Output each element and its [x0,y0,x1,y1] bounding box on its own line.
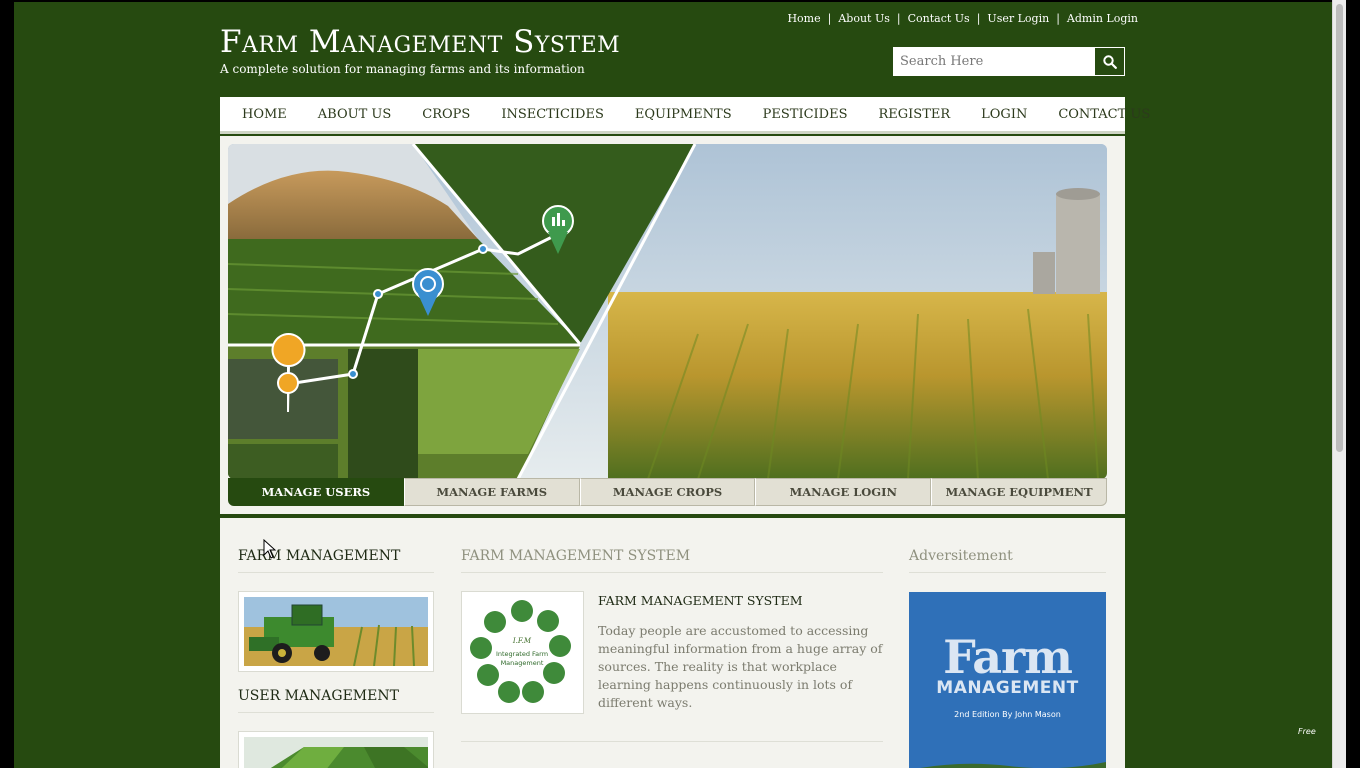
nav-item-crops[interactable]: Crops [422,107,470,122]
ifm-logo: I.F.M Integrated Farm Management [467,597,578,708]
user-management-thumbnail[interactable] [238,731,434,768]
nav-item-register[interactable]: Register [878,107,950,122]
nav-item-equipments[interactable]: Equipments [635,107,732,122]
svg-text:Management: Management [501,659,544,667]
tab-manage-crops[interactable]: Manage Crops [579,478,756,506]
nav-item-insecticides[interactable]: Insecticides [501,107,604,122]
tab-manage-login[interactable]: Manage Login [755,478,932,506]
ad-title: Farm [943,630,1073,684]
top-link-admin-login[interactable]: Admin Login [1067,12,1138,25]
search-input[interactable] [894,48,1094,75]
site-title: Farm Management System [220,24,621,60]
ad-edition: 2nd Edition By John Mason [954,710,1061,719]
divider [461,572,883,573]
banner-image [228,144,1107,479]
separator: | [896,12,901,25]
search-box [893,47,1125,76]
advertisement-banner[interactable]: Farm MANAGEMENT 2nd Edition By John Maso… [909,592,1106,768]
advertisement-heading: Adversitement [909,548,1013,564]
system-section-heading: Farm Management System [461,548,691,564]
top-link-user-login[interactable]: User Login [987,12,1049,25]
tab-manage-equipment[interactable]: Manage Equipment [931,478,1107,506]
article-body: Today people are accustomed to accessing… [598,623,883,710]
svg-text:I.F.M: I.F.M [512,637,532,645]
vertical-scrollbar[interactable] [1332,0,1346,768]
farm-management-thumbnail[interactable] [238,591,434,672]
banner-tabs: Manage Users Manage Farms Manage Crops M… [228,478,1107,506]
scrollbar-thumb[interactable] [1336,4,1343,452]
article-title: Farm Management System [598,593,803,608]
search-button[interactable] [1094,48,1124,75]
nav-item-pesticides[interactable]: Pesticides [763,107,848,122]
banner-section: Manage Users Manage Farms Manage Crops M… [220,136,1125,514]
divider [909,572,1106,573]
harvester-image [244,597,428,667]
tab-manage-farms[interactable]: Manage Farms [403,478,580,506]
nav-item-contact-us[interactable]: Contact Us [1058,107,1150,122]
separator: | [1056,12,1060,25]
divider [461,741,883,742]
page-viewport: Home | About Us | Contact Us | User Logi… [14,2,1332,768]
site-tagline: A complete solution for managing farms a… [220,62,585,76]
top-links: Home | About Us | Contact Us | User Logi… [787,12,1138,25]
nav-item-home[interactable]: Home [242,107,287,122]
top-link-about[interactable]: About Us [838,12,890,25]
ad-subtitle: MANAGEMENT [936,678,1079,698]
divider [238,712,434,713]
user-management-heading: User Management [238,688,399,704]
ad-landscape [920,762,1106,768]
watermark: Free [1298,727,1316,736]
nav-item-about-us[interactable]: About Us [318,107,391,122]
top-link-home[interactable]: Home [787,12,820,25]
tab-manage-users[interactable]: Manage Users [228,478,404,506]
greenhouse-image [244,737,428,768]
top-link-contact[interactable]: Contact Us [908,12,970,25]
svg-text:Integrated Farm: Integrated Farm [496,650,548,658]
separator: | [827,12,832,25]
separator: | [976,12,981,25]
window-edge [1346,0,1360,768]
nav-item-login[interactable]: Login [981,107,1027,122]
search-icon [1102,54,1117,69]
divider [238,572,434,573]
mouse-cursor-icon [263,539,277,559]
ifm-logo-box: I.F.M Integrated Farm Management [461,591,584,714]
content-section: Farm Management User Management [220,518,1125,768]
main-nav: Home About Us Crops Insecticides Equipme… [220,97,1150,134]
